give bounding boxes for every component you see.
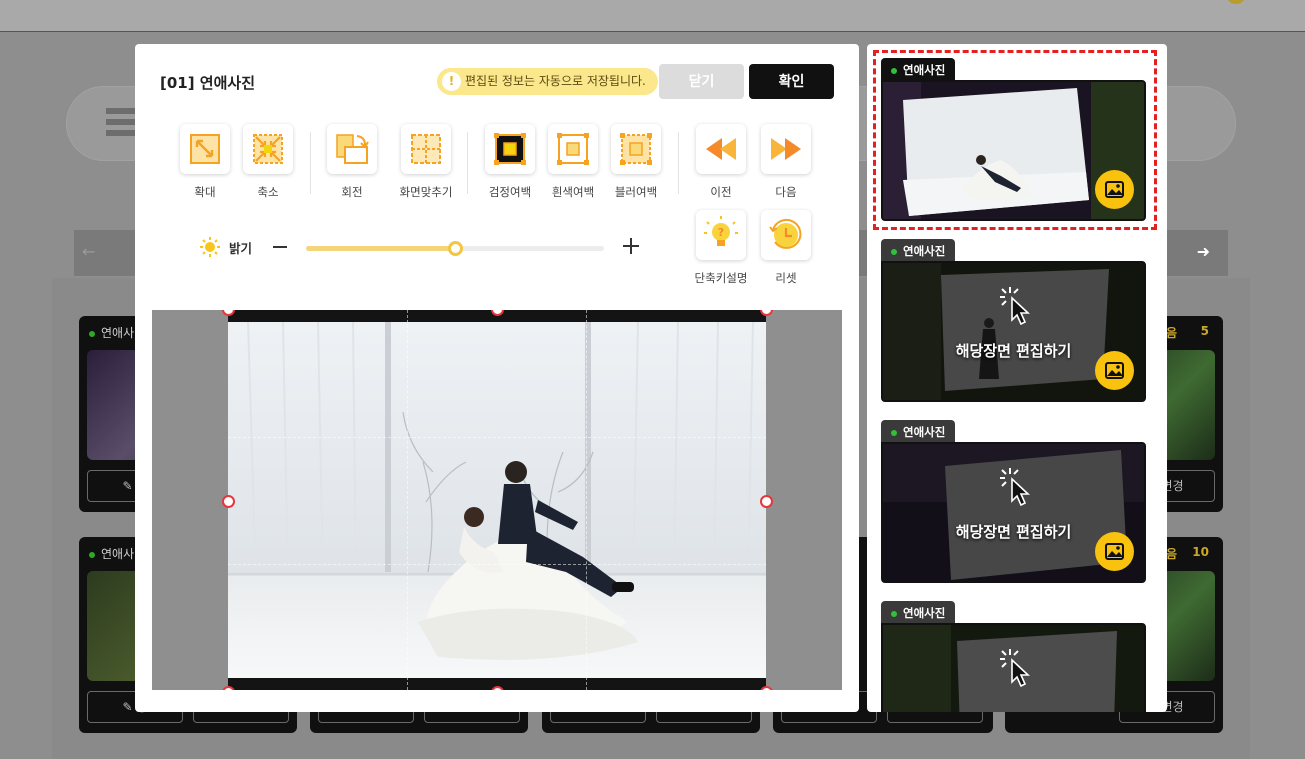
lightbulb-icon: ?	[696, 210, 746, 260]
status-dot-icon	[891, 68, 897, 74]
crop-handle-right[interactable]	[760, 495, 773, 508]
crop-handle-bottom-right[interactable]	[760, 686, 773, 690]
pointer-cursor-icon	[998, 285, 1032, 326]
crop-area[interactable]	[228, 310, 766, 690]
zoom-out-button[interactable]: 축소	[240, 124, 296, 200]
background-count: 5	[1200, 324, 1209, 338]
brightness-control: 밝기	[199, 234, 649, 260]
background-card-title: 연애사	[101, 547, 135, 561]
zoom-in-icon	[180, 124, 230, 174]
modal-title: [01] 연애사진	[160, 74, 256, 92]
image-change-button[interactable]	[1095, 532, 1134, 571]
rotate-button[interactable]: 회전	[324, 124, 380, 200]
status-dot-icon	[891, 611, 897, 617]
crop-grid-line	[586, 310, 587, 690]
background-next-arrow-icon: ➜	[1196, 242, 1210, 261]
rotate-icon	[327, 124, 377, 174]
background-card-title: 연애사	[101, 326, 135, 340]
reset-icon	[761, 210, 811, 260]
scene-tag: 연애사진	[881, 58, 956, 82]
black-margin-button[interactable]: 검정여백	[482, 124, 538, 200]
zoom-in-button[interactable]: 확대	[177, 124, 233, 200]
scene-card[interactable]: 연애사진	[881, 601, 1146, 712]
background-avatar	[1226, 0, 1246, 4]
tool-label: 축소	[257, 185, 279, 199]
scene-card[interactable]: 연애사진	[881, 58, 1146, 223]
brightness-slider[interactable]	[306, 241, 604, 256]
scene-tag: 연애사진	[881, 239, 956, 263]
confirm-button[interactable]: 확인	[749, 64, 834, 99]
fit-screen-button[interactable]: 화면맞추기	[398, 124, 454, 200]
edit-canvas[interactable]	[152, 310, 842, 690]
pointer-cursor-icon	[998, 647, 1032, 688]
scene-list-panel: 연애사진 연애사진 해당장면 편집하기 연애사진 해당장면 편집하기 연애사진	[867, 44, 1167, 712]
autosave-notice: ! 편집된 정보는 자동으로 저장됩니다.	[437, 68, 658, 95]
tool-label: 확대	[194, 185, 216, 199]
tool-label: 화면맞추기	[399, 185, 453, 199]
shortcut-help-button[interactable]: ? 단축키설명	[693, 210, 749, 286]
next-icon	[761, 124, 811, 174]
blur-margin-button[interactable]: 블러여백	[608, 124, 664, 200]
scene-tag: 연애사진	[881, 420, 956, 444]
tool-label: 이전	[710, 185, 732, 199]
scene-card[interactable]: 연애사진 해당장면 편집하기	[881, 239, 1146, 404]
background-menu-icon	[106, 108, 136, 140]
fit-screen-icon	[401, 124, 451, 174]
brightness-label: 밝기	[229, 241, 253, 256]
background-count: 10	[1192, 545, 1209, 559]
photo-editor-modal: [01] 연애사진 ! 편집된 정보는 자동으로 저장됩니다. 닫기 확인 확대…	[135, 44, 859, 712]
brightness-slider-knob[interactable]	[448, 241, 463, 256]
wedding-photo	[228, 322, 766, 678]
image-change-button[interactable]	[1095, 170, 1134, 209]
white-margin-icon	[548, 124, 598, 174]
previous-button[interactable]: 이전	[693, 124, 749, 200]
scene-card[interactable]: 연애사진 해당장면 편집하기	[881, 420, 1146, 585]
previous-icon	[696, 124, 746, 174]
tool-label: 리셋	[775, 271, 797, 285]
white-margin-button[interactable]: 흰색여백	[545, 124, 601, 200]
blur-margin-icon	[611, 124, 661, 174]
tool-label: 블러여백	[614, 185, 658, 199]
exclamation-icon: !	[442, 72, 461, 91]
brightness-slider-fill	[306, 246, 455, 251]
crop-handle-left[interactable]	[222, 495, 235, 508]
background-prev-arrow-icon: ←	[82, 242, 96, 261]
brightness-decrease-button[interactable]	[273, 246, 287, 248]
crop-grid-line	[228, 437, 766, 438]
black-margin-icon	[485, 124, 535, 174]
tool-label: 검정여백	[488, 185, 532, 199]
crop-grid-line	[407, 310, 408, 690]
scene-thumbnail: 해당장면 편집하기	[881, 442, 1146, 583]
status-dot-icon	[891, 430, 897, 436]
toolbar-divider	[678, 132, 679, 194]
toolbar-divider	[467, 132, 468, 194]
tool-label: 단축키설명	[694, 271, 748, 285]
crop-grid-line	[228, 564, 766, 565]
sun-icon	[199, 236, 221, 258]
scene-thumbnail	[881, 623, 1146, 712]
toolbar-divider	[310, 132, 311, 194]
autosave-notice-text: 편집된 정보는 자동으로 저장됩니다.	[465, 74, 646, 88]
scene-thumbnail	[881, 80, 1146, 221]
pointer-cursor-icon	[998, 466, 1032, 507]
close-button[interactable]: 닫기	[659, 64, 744, 99]
zoom-out-icon	[243, 124, 293, 174]
svg-text:?: ?	[718, 226, 724, 239]
tool-label: 회전	[341, 185, 363, 199]
reset-button[interactable]: 리셋	[758, 210, 814, 286]
scene-thumbnail: 해당장면 편집하기	[881, 261, 1146, 402]
brightness-increase-button[interactable]	[623, 238, 639, 254]
tool-label: 다음	[775, 185, 797, 199]
status-dot-icon	[891, 249, 897, 255]
image-change-button[interactable]	[1095, 351, 1134, 390]
tool-label: 흰색여백	[551, 185, 595, 199]
next-button[interactable]: 다음	[758, 124, 814, 200]
scene-tag: 연애사진	[881, 601, 956, 625]
background-top-bar	[0, 0, 1305, 32]
